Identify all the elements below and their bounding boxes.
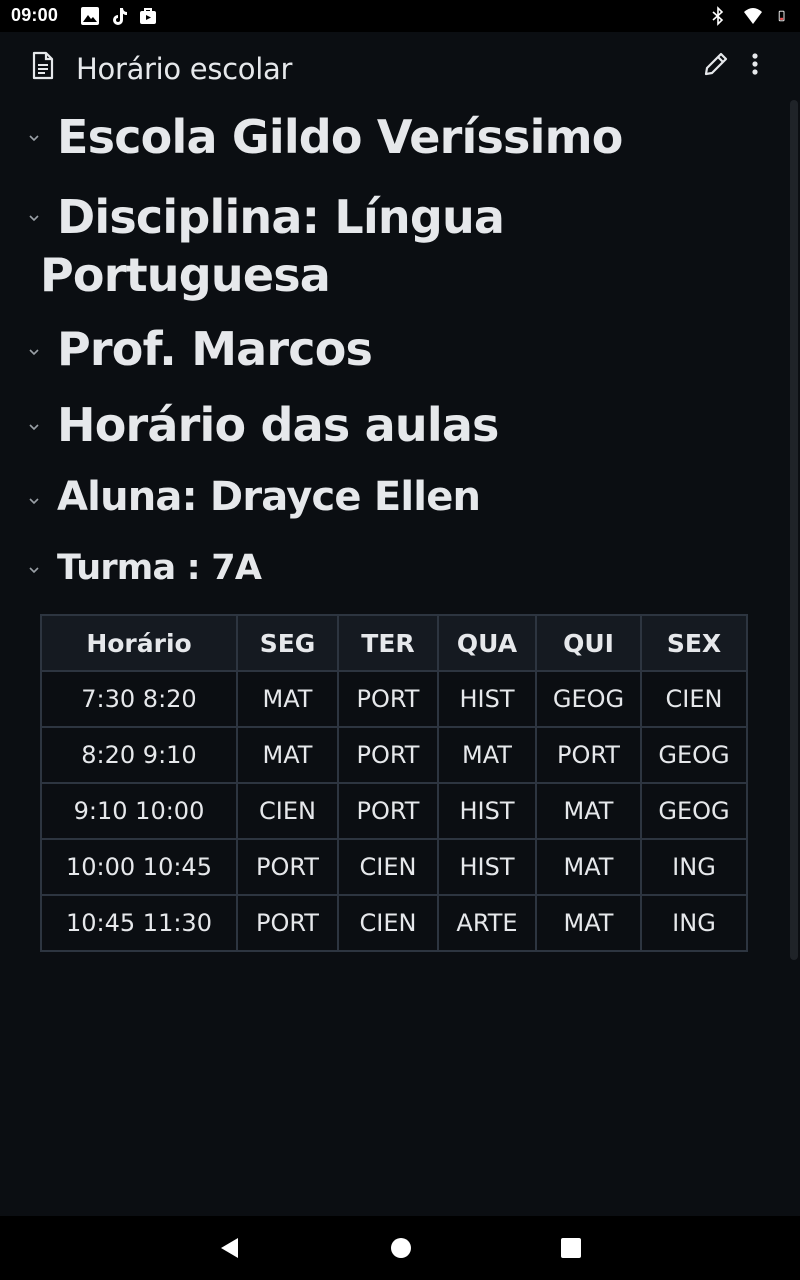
status-time: 09:00 xyxy=(11,5,59,25)
heading-text: Aluna: Drayce Ellen xyxy=(57,474,481,520)
table-cell: MAT xyxy=(437,726,537,784)
column-header: QUI xyxy=(535,614,642,672)
back-icon[interactable] xyxy=(218,1236,242,1260)
table-cell: 10:45 11:30 xyxy=(40,894,238,952)
heading-text: Escola Gildo Veríssimo xyxy=(57,110,623,164)
heading-discipline: Disciplina: Língua Portuguesa xyxy=(0,188,760,308)
chevron-down-icon[interactable] xyxy=(28,564,40,576)
heading-text-line2: Portuguesa xyxy=(40,248,331,302)
table-cell: 8:20 9:10 xyxy=(40,726,238,784)
table-cell: CIEN xyxy=(337,838,439,896)
more-vert-icon[interactable] xyxy=(742,50,768,80)
table-cell: PORT xyxy=(236,838,339,896)
table-row: 9:10 10:00 CIEN PORT HIST MAT GEOG xyxy=(40,782,748,840)
edit-icon[interactable] xyxy=(702,50,730,78)
wifi-icon xyxy=(744,8,762,24)
table-cell: CIEN xyxy=(337,894,439,952)
table-cell: HIST xyxy=(437,782,537,840)
table-cell: HIST xyxy=(437,838,537,896)
table-cell: 10:00 10:45 xyxy=(40,838,238,896)
column-header: SEG xyxy=(236,614,339,672)
table-row: 10:00 10:45 PORT CIEN HIST MAT ING xyxy=(40,838,748,896)
heading-text: Prof. Marcos xyxy=(57,322,373,376)
table-cell: GEOG xyxy=(640,782,748,840)
navigation-bar xyxy=(0,1216,800,1280)
heading-school: Escola Gildo Veríssimo xyxy=(0,110,760,170)
heading-text-line1: Disciplina: Língua xyxy=(57,190,505,244)
table-cell: ING xyxy=(640,838,748,896)
table-row: 8:20 9:10 MAT PORT MAT PORT GEOG xyxy=(40,726,748,784)
chevron-down-icon[interactable] xyxy=(28,132,40,144)
column-header: Horário xyxy=(40,614,238,672)
heading-teacher: Prof. Marcos xyxy=(0,322,760,382)
document-icon xyxy=(32,51,54,80)
table-cell: GEOG xyxy=(535,670,642,728)
chevron-down-icon[interactable] xyxy=(28,495,40,507)
app-bar: Horário escolar xyxy=(0,32,800,104)
table-cell: MAT xyxy=(236,726,339,784)
status-bar: 09:00 xyxy=(0,0,800,32)
page-title: Horário escolar xyxy=(76,52,293,86)
scrollbar[interactable] xyxy=(790,100,798,960)
table-cell: ING xyxy=(640,894,748,952)
chevron-down-icon[interactable] xyxy=(28,346,40,358)
table-cell: HIST xyxy=(437,670,537,728)
table-cell: 7:30 8:20 xyxy=(40,670,238,728)
table-cell: GEOG xyxy=(640,726,748,784)
table-cell: 9:10 10:00 xyxy=(40,782,238,840)
table-cell: PORT xyxy=(535,726,642,784)
table-cell: PORT xyxy=(337,726,439,784)
battery-icon xyxy=(778,10,785,22)
table-cell: PORT xyxy=(337,782,439,840)
table-cell: CIEN xyxy=(640,670,748,728)
table-cell: MAT xyxy=(535,782,642,840)
table-cell: MAT xyxy=(535,838,642,896)
heading-class: Turma : 7A xyxy=(0,548,760,592)
heading-text: Horário das aulas xyxy=(57,398,499,452)
home-icon[interactable] xyxy=(389,1236,413,1260)
column-header: TER xyxy=(337,614,439,672)
column-header: SEX xyxy=(640,614,748,672)
heading-text: Turma : 7A xyxy=(57,548,262,588)
recents-icon[interactable] xyxy=(559,1236,583,1260)
column-header: QUA xyxy=(437,614,537,672)
bluetooth-icon xyxy=(712,6,724,26)
table-row: 7:30 8:20 MAT PORT HIST GEOG CIEN xyxy=(40,670,748,728)
table-cell: ARTE xyxy=(437,894,537,952)
bag-icon xyxy=(140,8,156,24)
table-cell: MAT xyxy=(535,894,642,952)
schedule-table: Horário SEG TER QUA QUI SEX 7:30 8:20 MA… xyxy=(40,614,748,952)
table-cell: PORT xyxy=(236,894,339,952)
heading-student: Aluna: Drayce Ellen xyxy=(0,474,760,524)
heading-schedule: Horário das aulas xyxy=(0,398,760,458)
table-cell: MAT xyxy=(236,670,339,728)
gallery-icon xyxy=(81,7,99,25)
tiktok-icon xyxy=(113,8,127,25)
table-cell: PORT xyxy=(337,670,439,728)
table-row: 10:45 11:30 PORT CIEN ARTE MAT ING xyxy=(40,894,748,952)
chevron-down-icon[interactable] xyxy=(28,421,40,433)
table-header-row: Horário SEG TER QUA QUI SEX xyxy=(40,614,748,672)
chevron-down-icon[interactable] xyxy=(28,212,40,224)
table-cell: CIEN xyxy=(236,782,339,840)
